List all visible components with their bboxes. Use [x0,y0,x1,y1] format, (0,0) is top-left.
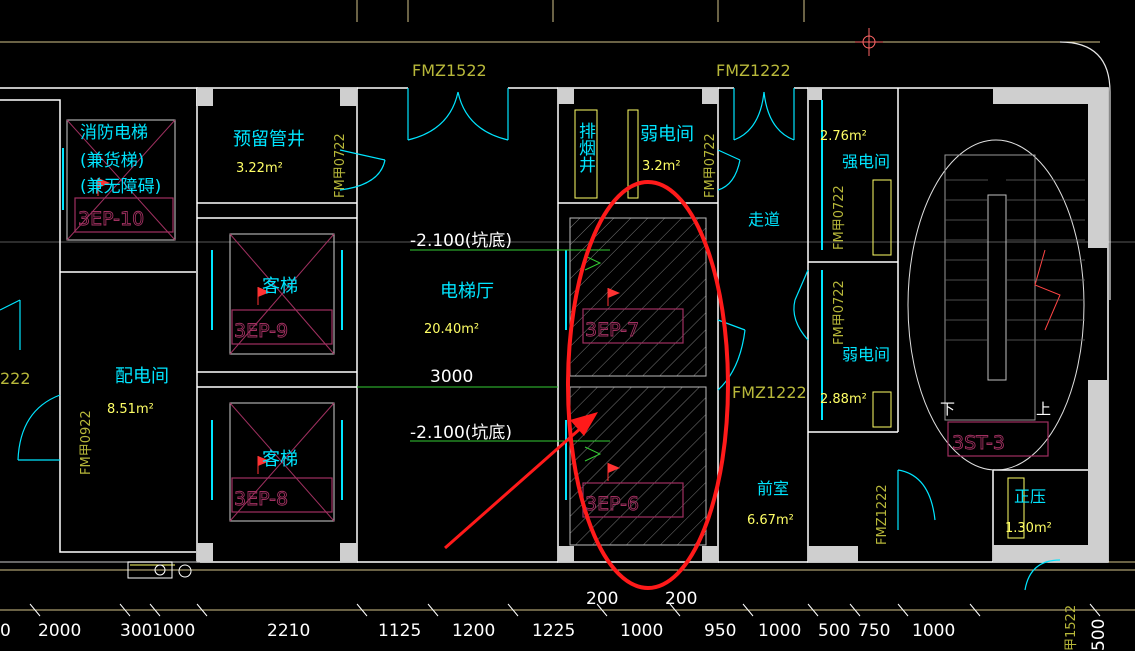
pressurization-area: 1.30m² [1005,521,1052,536]
gap-dimension-right: 200 [665,589,697,609]
dim-0: 0 [0,621,11,641]
weak-current-bottom-area: 2.88m² [820,392,867,407]
dim-9: 950 [704,621,736,641]
tag-3st3: 3ST-3 [952,432,1005,454]
doors [0,88,1061,591]
tag-3ep8: 3EP-8 [234,488,288,510]
pressurization-name: 正压 [1014,487,1046,506]
pit-level-top: -2.100(坑底) [410,231,512,251]
floor-plan-canvas: 消防电梯 (兼货梯) (兼无障碍) 预留管井 客梯 客梯 配电间 电梯厅 弱电间… [0,0,1135,651]
dim-13: 1000 [912,621,955,641]
stair-down: 下 [940,400,955,418]
elevator-hall-area: 20.40m² [424,322,479,337]
door-fmz1222-mid: FMZ1222 [732,383,807,402]
dim-1: 2000 [38,621,81,641]
dim-6: 1200 [452,621,495,641]
tag-3ep7: 3EP-7 [585,319,639,341]
strong-current-area: 2.76m² [820,129,867,144]
tag-3ep9: 3EP-9 [234,320,288,342]
smoke-shaft-label: 排烟井 [575,122,596,173]
dim-4: 2210 [267,621,310,641]
reserved-shaft-area: 3.22m² [236,161,283,176]
dim-11: 500 [818,621,850,641]
dim-5: 1125 [378,621,421,641]
door-fmj0722-d: FM甲0722 [832,280,847,345]
anteroom-name: 前室 [757,479,789,498]
pit-level-bottom: -2.100(坑底) [410,423,512,443]
gap-dimension-left: 200 [586,589,618,609]
door-fmj0722-a: FM甲0722 [333,133,348,198]
reserved-shaft-name: 预留管井 [233,129,305,150]
stair-up: 上 [1036,400,1051,418]
flag-markers [97,178,620,481]
power-room-area: 8.51m² [107,402,154,417]
dim-12: 750 [858,621,890,641]
dim-2: 300 [120,621,152,641]
smoke-shaft-name: 排烟井 [575,122,596,173]
fire-elevator-line2: (兼货梯) [80,151,144,171]
door-fmj0722-c: FM甲0722 [832,185,847,250]
weak-current-bottom-name: 弱电间 [842,345,890,364]
door-fmz1522: FMZ1522 [412,61,487,80]
weak-current-top-name: 弱电间 [640,124,694,145]
dim-7: 1225 [532,621,575,641]
corridor-name: 走道 [748,210,780,229]
passenger-elevator-bottom-name: 客梯 [262,449,298,470]
fire-elevator-line3: (兼无障碍) [80,177,161,197]
passenger-elevator-top-name: 客梯 [262,276,298,297]
dim-10: 1000 [758,621,801,641]
walls [0,87,1109,563]
door-fmj0922: FM甲0922 [79,410,94,475]
weak-current-top-area: 3.2m² [642,159,681,174]
elevator-hall-name: 电梯厅 [440,281,494,302]
hall-width-dimension: 3000 [430,367,473,387]
dim-8: 1000 [620,621,663,641]
tag-3ep10: 3EP-10 [78,208,144,230]
stair-treads [945,179,1085,341]
tag-boxes [74,197,1049,518]
fire-elevator-name: 消防电梯 [80,123,148,143]
door-fmz1222-top: FMZ1222 [716,61,791,80]
power-room-name: 配电间 [115,366,169,387]
dim-3: 1000 [152,621,195,641]
door-left-cut: 222 [0,369,31,388]
axis-marker [855,28,883,56]
strong-current-name: 强电间 [842,152,890,171]
door-fmj0722-b: FM甲0722 [703,133,718,198]
dim-14: 500 [1089,619,1109,651]
door-fmz1222-right: FMZ1222 [875,484,890,545]
dimension-row: 0 2000 300 1000 2210 1125 1200 1225 1000… [0,619,1109,651]
stair [907,139,1085,471]
anteroom-area: 6.67m² [747,513,794,528]
door-right-cut: 甲1522 [1064,605,1079,651]
tag-3ep6: 3EP-6 [585,493,639,515]
cad-floor-plan: 消防电梯 (兼货梯) (兼无障碍) 预留管井 客梯 客梯 配电间 电梯厅 弱电间… [0,0,1135,651]
